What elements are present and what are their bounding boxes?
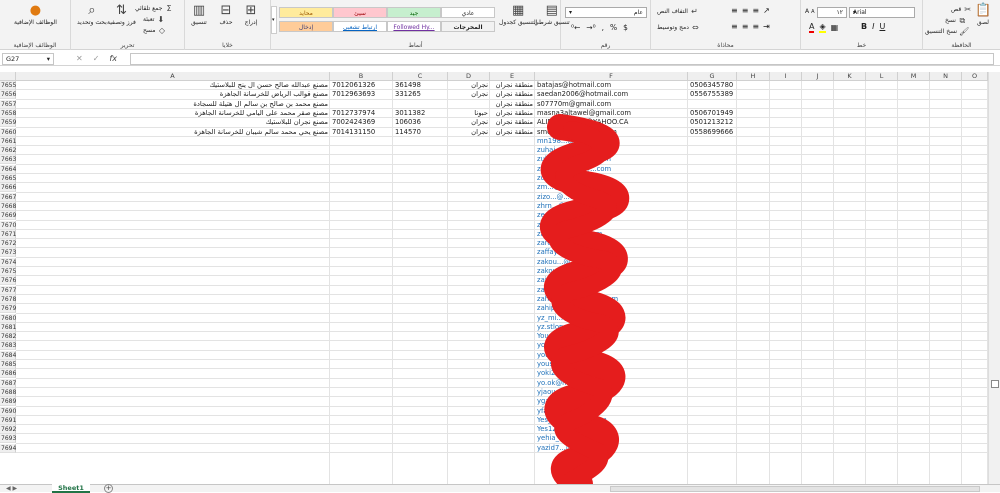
format-as-table-button[interactable]: ▦ التنسيق كجدول (499, 3, 537, 27)
align-left-icon[interactable]: ≡ (752, 22, 759, 31)
scissors-icon: ✂ (964, 5, 972, 14)
currency-icon[interactable]: $ (623, 23, 628, 32)
sort-filter-button[interactable]: ⇅ فرز وتصفية (107, 3, 136, 27)
addins-icon: ● (29, 3, 42, 18)
font-color-icon[interactable]: A (809, 22, 815, 33)
italic-icon[interactable]: I (872, 22, 874, 31)
cut-button[interactable]: قص ✂ (951, 5, 972, 14)
font-name-select[interactable]: Arial ▾ (849, 7, 915, 18)
alignment-group: ≡ ≡ ≡ ↗ التفاف النص ↵ ≡ ≡ ≡ ⇥ دمج وتوسيط ⇔ محاذا… (650, 0, 800, 50)
style-bad[interactable]: سيئ (333, 7, 387, 18)
align-bottom-icon[interactable]: ≡ (752, 6, 759, 15)
insert-cells-button[interactable]: ⊞ إدراج (243, 3, 259, 27)
find-select-button[interactable]: ⌕ بحث وتحديد (77, 3, 107, 27)
brush-icon: 🖌 (959, 27, 970, 36)
number-format-select[interactable]: عام ▾ (565, 7, 647, 18)
copy-icon: ⧉ (959, 16, 966, 25)
horizontal-scrollbar[interactable] (610, 486, 980, 492)
font-grow-icon[interactable]: AA (805, 8, 815, 15)
sigma-icon: Σ (166, 4, 172, 13)
orientation-icon[interactable]: ↗ (763, 6, 770, 15)
addins-button[interactable]: ● الوظائف الإضافية (14, 3, 57, 27)
autosum-button[interactable]: جمع تلقائي Σ (135, 4, 173, 13)
fill-button[interactable]: تعبئة ⬇ (143, 15, 165, 24)
conditional-format-button[interactable]: ▤ تنسيق شرطي (534, 3, 570, 27)
style-good[interactable]: جيد (387, 7, 441, 18)
format-cells-button[interactable]: ▥ تنسيق (191, 3, 207, 27)
style-hyperlink[interactable]: ارتباط تشعبي (333, 21, 387, 32)
borders-icon[interactable]: ▦ (831, 23, 839, 32)
font-group: Arial ▾ ١٢ AA BIU A ◈ ▦ خط (800, 0, 922, 50)
wrap-icon: ↵ (691, 7, 698, 16)
paste-button[interactable]: 📋 لصق (975, 3, 992, 27)
styles-group: ▤ تنسيق شرطي ▦ التنسيق كجدول عادي جيد سي… (270, 0, 570, 50)
decrease-decimal-icon[interactable]: ⁰← (571, 23, 580, 32)
style-neutral[interactable]: محايد (279, 7, 333, 18)
align-center-icon[interactable]: ≡ (742, 22, 749, 31)
scroll-thumb[interactable] (991, 380, 999, 388)
align-middle-icon[interactable]: ≡ (742, 6, 749, 15)
paste-icon: 📋 (975, 3, 992, 18)
sheet-tabs-bar: ◀ ▶ Sheet1 + (0, 484, 1000, 493)
delete-icon: ⊟ (220, 3, 232, 18)
clear-button[interactable]: مسح ◇ (143, 26, 166, 35)
style-normal[interactable]: عادي (441, 7, 495, 18)
insert-icon: ⊞ (245, 3, 257, 18)
sort-icon: ⇅ (115, 3, 127, 18)
editing-group: جمع تلقائي Σ تعبئة ⬇ مسح ◇ ⇅ فرز وتصفية ⌕ بحث… (70, 0, 184, 50)
cells-group: ⊞ إدراج ⊟ حذف ▥ تنسيق خلايا (184, 0, 270, 50)
merge-center-button[interactable]: دمج وتوسيط ⇔ (657, 23, 700, 32)
copy-button[interactable]: نسخ ⧉ (945, 16, 967, 25)
bold-icon[interactable]: B (861, 22, 867, 31)
style-input[interactable]: إدخال (279, 21, 333, 32)
clipboard-group: 📋 لصق قص ✂ نسخ ⧉ نسخ التنسيق 🖌 الحافظة (922, 0, 1000, 50)
name-box[interactable]: G27 ▾ (2, 53, 54, 65)
font-size-select[interactable]: ١٢ (817, 7, 847, 18)
align-top-icon[interactable]: ≡ (731, 6, 738, 15)
styles-scroll-icon[interactable]: ▾ (271, 6, 277, 34)
conditional-format-icon: ▤ (545, 3, 558, 18)
eraser-icon: ◇ (158, 26, 166, 35)
vertical-scrollbar[interactable] (988, 72, 1000, 484)
increase-decimal-icon[interactable]: →⁰ (586, 23, 595, 32)
percent-icon[interactable]: % (610, 23, 617, 32)
merge-icon: ⇔ (692, 23, 699, 32)
red-redaction-scribble (540, 114, 629, 484)
align-right-icon[interactable]: ≡ (731, 22, 738, 31)
style-followed-hyperlink[interactable]: Followed Hy... (387, 21, 441, 32)
magnifier-icon: ⌕ (88, 3, 96, 18)
worksheet-grid[interactable]: ABCDEFGHIJKLMNO 7655 مصنع عبدالله صالح حس… (0, 72, 988, 484)
comma-style-icon[interactable]: , (602, 23, 604, 32)
chevron-down-icon: ▾ (853, 9, 857, 16)
chevron-down-icon: ▾ (46, 55, 50, 63)
wrap-text-button[interactable]: التفاف النص ↵ (657, 7, 699, 16)
table-icon: ▦ (512, 3, 525, 18)
indent-icon[interactable]: ⇥ (763, 22, 770, 31)
ribbon: 📋 لصق قص ✂ نسخ ⧉ نسخ التنسيق 🖌 الحافظة Aria… (0, 0, 1000, 50)
fill-down-icon: ⬇ (157, 15, 165, 24)
fill-color-icon[interactable]: ◈ (819, 22, 826, 33)
tab-nav-icon[interactable]: ◀ ▶ (6, 485, 17, 492)
number-group: عام ▾ ⁰← →⁰,% $ رقم (560, 0, 650, 50)
delete-cells-button[interactable]: ⊟ حذف (218, 3, 234, 27)
formula-bar: G27 ▾ ✕ ✓ fx (0, 52, 1000, 66)
underline-icon[interactable]: U (879, 22, 885, 31)
format-icon: ▥ (192, 3, 206, 18)
style-output[interactable]: المخرجات (441, 21, 495, 32)
addins-group: ● الوظائف الإضافية الوظائف الإضافية (13, 3, 57, 50)
formula-input[interactable] (130, 53, 994, 65)
fx-icon[interactable]: fx (109, 54, 117, 63)
enter-icon[interactable]: ✓ (93, 54, 100, 63)
cancel-icon[interactable]: ✕ (76, 54, 83, 63)
format-painter-button[interactable]: نسخ التنسيق 🖌 (925, 27, 970, 36)
